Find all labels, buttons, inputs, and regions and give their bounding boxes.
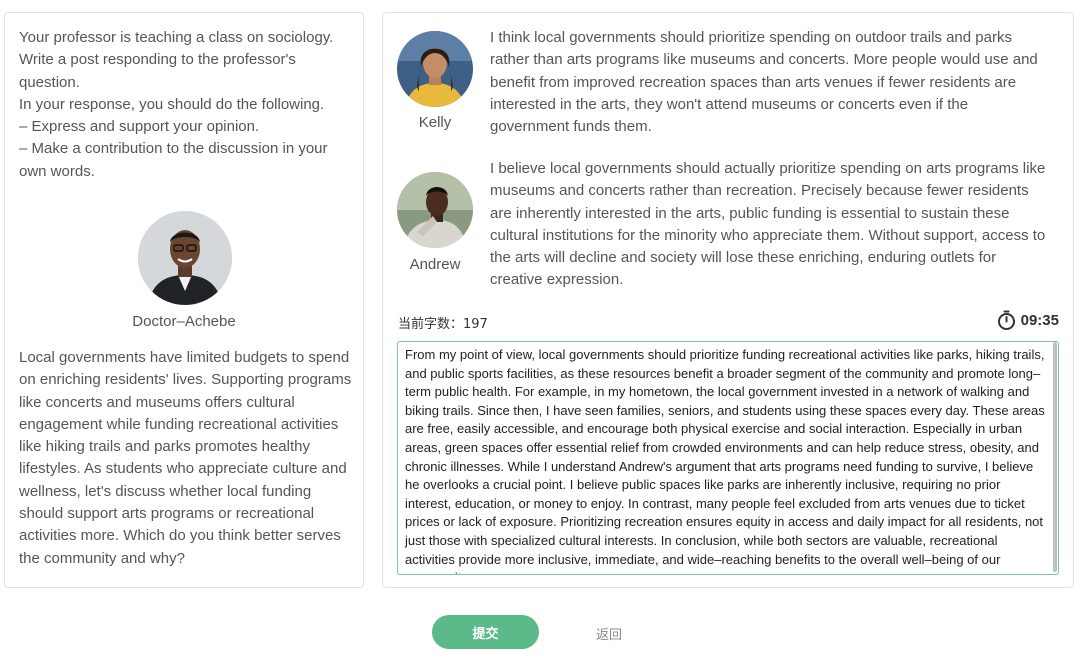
person-avatar-icon	[397, 31, 473, 107]
discussion-panel: Kelly I think local governments should p…	[382, 12, 1074, 588]
kelly-post-text: I think local governments should priorit…	[490, 29, 1038, 136]
professor-avatar	[138, 211, 232, 305]
task-instructions: Your professor is teaching a class on so…	[19, 27, 355, 183]
professor-panel: Your professor is teaching a class on so…	[4, 12, 364, 588]
instruction-line: – Express and support your opinion.	[19, 118, 260, 136]
back-link[interactable]: 返回	[596, 624, 622, 643]
professor-name: Doctor–Achebe	[132, 313, 236, 330]
submit-button[interactable]: 提交	[432, 615, 539, 649]
stopwatch-icon	[997, 310, 1015, 330]
person-avatar-icon	[138, 211, 232, 305]
andrew-avatar	[397, 172, 473, 248]
timer-value: 09:35	[1020, 311, 1059, 329]
kelly-avatar	[397, 31, 473, 107]
instruction-line: – Make a contribution to the discussion …	[19, 140, 328, 180]
instruction-line: In your response, you should do the foll…	[19, 95, 325, 113]
andrew-name: Andrew	[409, 256, 461, 273]
kelly-name: Kelly	[418, 114, 452, 131]
essay-scrollbar[interactable]	[1053, 342, 1057, 572]
word-count: 当前字数：197	[398, 317, 488, 332]
person-avatar-icon	[397, 172, 473, 248]
andrew-post-text: I believe local governments should actua…	[490, 160, 1046, 289]
countdown-timer: 09:35	[997, 310, 1059, 330]
professor-question: Local governments have limited budgets t…	[19, 349, 352, 567]
essay-textarea[interactable]: From my point of view, local governments…	[397, 341, 1059, 575]
instruction-line: Your professor is teaching a class on so…	[19, 29, 334, 91]
